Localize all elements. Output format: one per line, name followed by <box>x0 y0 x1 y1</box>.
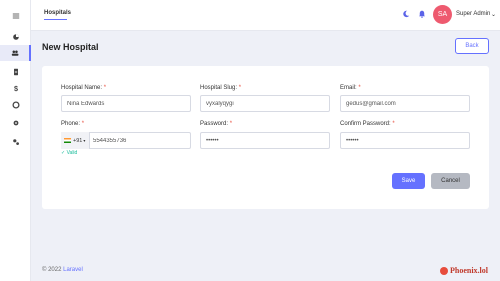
lifebuoy-icon <box>11 101 20 109</box>
gear-icon <box>13 120 18 126</box>
country-code: +91 <box>73 137 83 144</box>
email-label: Email: * <box>340 85 361 91</box>
phone-label: Phone: * <box>61 121 85 127</box>
save-button[interactable]: Save <box>392 173 425 189</box>
sidebar-item-dashboard[interactable] <box>0 29 31 45</box>
footer: © 2022 Laravel <box>42 267 83 273</box>
brand-watermark: Phoenix.lol <box>440 266 488 275</box>
cancel-button[interactable]: Cancel <box>431 173 470 189</box>
india-flag-icon <box>64 138 71 143</box>
email-input[interactable] <box>340 95 470 112</box>
menu-toggle-icon[interactable] <box>0 8 31 24</box>
footer-link[interactable]: Laravel <box>63 267 83 273</box>
chevron-down-icon[interactable]: ⌄ <box>491 11 496 18</box>
brand-logo-icon <box>440 266 448 275</box>
tab-hospitals[interactable]: Hospitals <box>44 10 71 16</box>
moon-icon[interactable] <box>402 10 410 18</box>
page-title: New Hospital <box>42 42 99 52</box>
sidebar-item-support[interactable] <box>0 97 31 113</box>
sidebar: $ <box>0 0 31 281</box>
confirm-password-label: Confirm Password: * <box>340 121 395 127</box>
caret-down-icon: ▾ <box>83 138 86 143</box>
phone-valid-text: ✓ Valid <box>61 150 78 156</box>
back-button[interactable]: Back <box>455 38 489 54</box>
user-name[interactable]: Super Admin <box>456 11 490 17</box>
users-icon <box>11 50 18 56</box>
svg-text:$: $ <box>14 84 18 92</box>
password-input[interactable] <box>200 132 330 149</box>
sidebar-item-documents[interactable] <box>0 64 31 80</box>
sidebar-item-hospitals[interactable] <box>0 45 31 61</box>
sidebar-item-billing[interactable]: $ <box>0 80 31 96</box>
sidebar-item-settings[interactable] <box>0 115 31 131</box>
hospital-slug-input[interactable] <box>200 95 330 112</box>
sidebar-item-tools[interactable] <box>0 134 31 150</box>
cogs-icon <box>12 139 19 145</box>
hospital-name-input[interactable] <box>61 95 191 112</box>
country-code-select[interactable]: +91 ▾ <box>61 132 90 149</box>
file-icon <box>13 68 18 76</box>
hospital-slug-label: Hospital Slug: * <box>200 85 242 91</box>
avatar[interactable]: SA <box>433 5 452 24</box>
dashboard-icon <box>12 34 19 40</box>
active-tab-indicator <box>44 19 67 20</box>
password-label: Password: * <box>200 121 233 127</box>
hospital-name-label: Hospital Name: * <box>61 85 107 91</box>
bell-icon[interactable] <box>418 10 426 18</box>
dollar-icon: $ <box>14 84 18 92</box>
topbar: Hospitals SA Super Admin ⌄ <box>31 0 500 31</box>
confirm-password-input[interactable] <box>340 132 470 149</box>
